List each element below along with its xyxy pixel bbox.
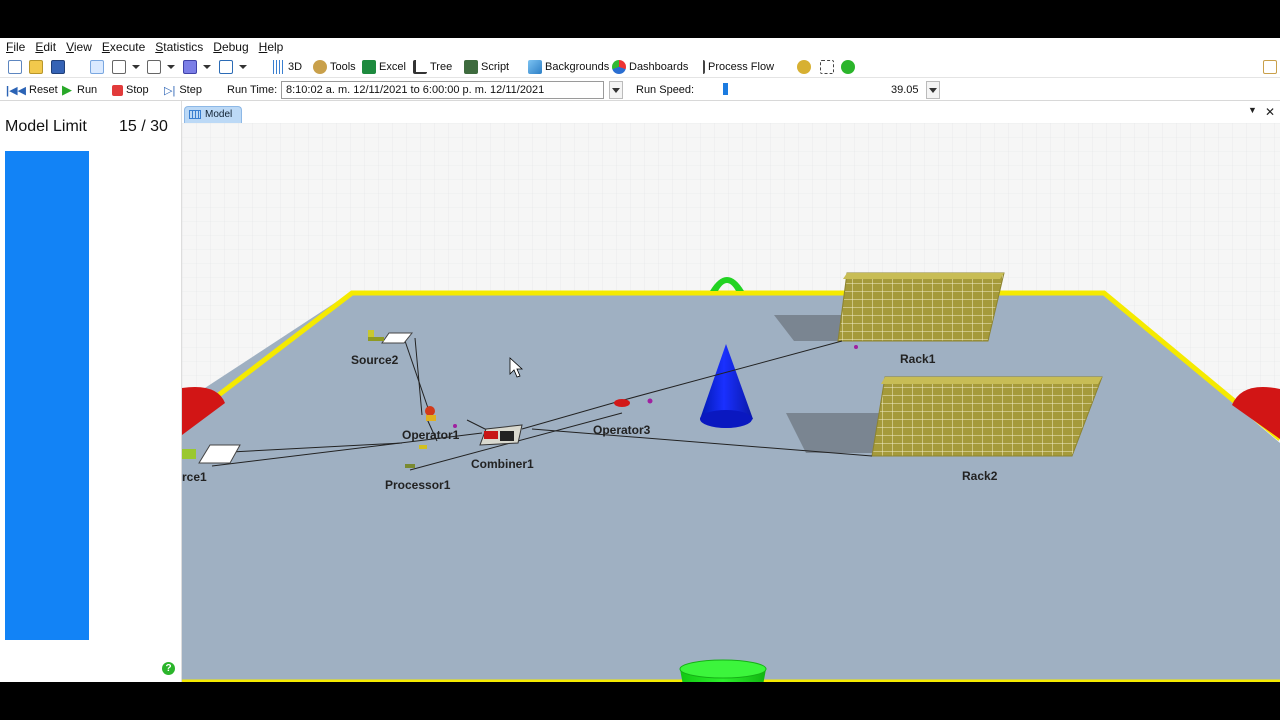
help-icon[interactable] <box>841 59 858 75</box>
disconnect-objects-icon[interactable] <box>147 59 175 75</box>
model-3d-view[interactable]: Source2 Operator1 rce1 Processor1 Combin… <box>182 123 1280 682</box>
label-source2: Source2 <box>351 353 399 367</box>
menu-debug[interactable]: Debug <box>213 40 248 54</box>
connect-objects-icon[interactable] <box>112 59 140 75</box>
tab-model[interactable]: Model <box>184 106 242 123</box>
open-folder-icon[interactable] <box>29 59 46 75</box>
label-source1: rce1 <box>182 470 207 484</box>
label-operator1: Operator1 <box>402 428 460 442</box>
menu-bar: File Edit View Execute Statistics Debug … <box>0 38 1280 56</box>
model-limit-label: Model Limit <box>5 118 87 135</box>
rack2[interactable] <box>871 376 1103 457</box>
view-3d-button[interactable]: 3D <box>271 59 302 75</box>
select-mode-icon[interactable] <box>90 59 107 75</box>
save-icon[interactable] <box>51 59 68 75</box>
document-tab-strip: Model ▼ ✕ <box>182 101 1280 123</box>
main-toolbar: 3D Tools Excel Tree Script Backgrounds D… <box>0 56 1280 78</box>
view-options-icon[interactable] <box>219 59 247 75</box>
label-processor1: Processor1 <box>385 478 451 492</box>
backgrounds-button[interactable]: Backgrounds <box>528 59 609 75</box>
run-speed-slider-thumb[interactable] <box>723 83 728 95</box>
panel-toggle-icon[interactable] <box>1263 59 1280 75</box>
label-rack2: Rack2 <box>962 469 998 483</box>
dashboards-button[interactable]: Dashboards <box>612 59 688 75</box>
new-model-icon[interactable] <box>8 59 25 75</box>
label-operator3: Operator3 <box>593 423 651 437</box>
floor-plane <box>182 293 1280 682</box>
model-limit-panel: Model Limit 15 / 30 ? <box>0 101 182 682</box>
label-rack1: Rack1 <box>900 352 936 366</box>
menu-execute[interactable]: Execute <box>102 40 145 54</box>
run-time-label: Run Time: <box>227 84 278 96</box>
tools-button[interactable]: Tools <box>313 59 356 75</box>
flexsim-app-window: File Edit View Execute Statistics Debug … <box>0 38 1280 682</box>
step-button[interactable]: ▷| Step <box>164 82 202 98</box>
menu-statistics[interactable]: Statistics <box>155 40 203 54</box>
settings-gear-icon[interactable] <box>797 59 814 75</box>
menu-file[interactable]: File <box>6 40 25 54</box>
menu-view[interactable]: View <box>66 40 92 54</box>
green-cylinder <box>679 659 767 682</box>
process-flow-button[interactable]: Process Flow <box>695 59 774 75</box>
model-limit-bar <box>5 151 89 640</box>
reset-button[interactable]: |◀◀ Reset <box>6 82 58 98</box>
run-time-dropdown[interactable] <box>609 81 623 99</box>
edit-group-icon[interactable] <box>183 59 211 75</box>
run-speed-dropdown[interactable] <box>926 81 940 99</box>
run-toolbar: |◀◀ Reset ▶ Run Stop ▷| Step Run Time: 8:10… <box>0 79 1280 101</box>
tree-button[interactable]: Tree <box>413 59 452 75</box>
run-time-field[interactable]: 8:10:02 a. m. 12/11/2021 to 6:00:00 p. m… <box>281 81 604 99</box>
script-button[interactable]: Script <box>464 59 509 75</box>
grid-icon <box>189 110 201 119</box>
model-limit-bar-fill <box>5 151 89 640</box>
run-button[interactable]: ▶ Run <box>62 82 97 98</box>
close-icon[interactable]: ✕ <box>1265 105 1275 119</box>
run-speed-label: Run Speed: <box>636 84 695 96</box>
run-speed-value: 39.05 <box>891 84 919 96</box>
excel-button[interactable]: Excel <box>362 59 406 75</box>
rack1[interactable] <box>837 272 1005 342</box>
scene-canvas[interactable]: Source2 Operator1 rce1 Processor1 Combin… <box>182 123 1280 682</box>
model-tree-icon[interactable] <box>820 59 837 75</box>
menu-edit[interactable]: Edit <box>35 40 56 54</box>
model-limit-count: 15 / 30 <box>119 118 168 135</box>
help-icon-small[interactable]: ? <box>162 662 175 675</box>
tab-menu-chevron-down-icon[interactable]: ▼ <box>1248 105 1257 115</box>
menu-help[interactable]: Help <box>259 40 284 54</box>
stop-button[interactable]: Stop <box>112 82 149 98</box>
label-combiner1: Combiner1 <box>471 457 534 471</box>
